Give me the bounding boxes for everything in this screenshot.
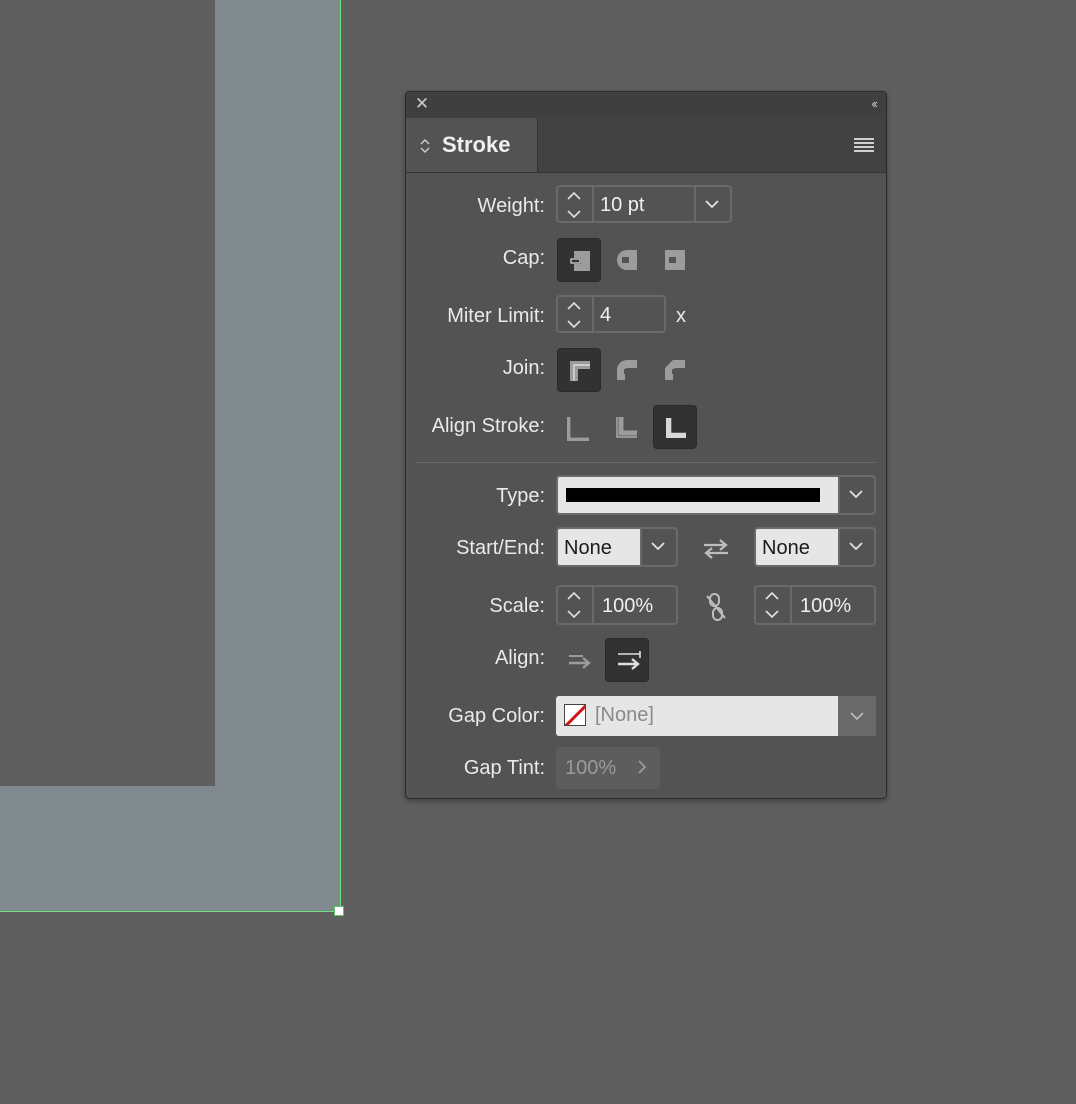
close-icon[interactable]: ✕ <box>414 95 430 112</box>
type-label: Type: <box>496 485 545 507</box>
weight-label: Weight: <box>477 195 545 217</box>
selection-handle[interactable] <box>334 906 344 916</box>
align-stroke-outside-button[interactable] <box>653 405 697 449</box>
tab-stroke-label: Stroke <box>442 132 511 157</box>
chevron-down-icon <box>849 542 863 551</box>
tab-stroke[interactable]: Stroke <box>406 118 538 172</box>
end-value: None <box>762 537 810 559</box>
start-end-label: Start/End: <box>456 537 545 559</box>
cap-round-button[interactable] <box>605 238 649 282</box>
weight-dropdown-button[interactable] <box>694 187 730 221</box>
miter-limit-value[interactable]: 4 <box>600 304 611 327</box>
stroke-panel: ✕ ‹‹ Stroke Weight: 10 pt Cap: Miter Lim… <box>405 91 887 799</box>
gap-tint-field[interactable]: 100% <box>556 747 660 789</box>
gap-tint-label: Gap Tint: <box>463 757 545 779</box>
up-down-arrows-icon <box>420 139 430 153</box>
align-stroke-inside-icon <box>616 417 637 438</box>
section-divider <box>416 462 876 463</box>
join-bevel-button[interactable] <box>653 348 697 392</box>
round-cap-icon <box>617 250 637 270</box>
gap-tint-value: 100% <box>565 757 617 779</box>
miter-unit-label: x <box>676 305 686 327</box>
none-swatch-icon <box>564 704 586 726</box>
gap-color-value: [None] <box>595 704 654 726</box>
join-round-button[interactable] <box>605 348 649 392</box>
align-stroke-center-icon <box>567 417 589 441</box>
stepper-arrows-icon <box>567 591 581 619</box>
align-fit-to-path-button[interactable] <box>605 638 649 682</box>
stroke-type-dropdown-button[interactable] <box>838 477 874 513</box>
bevel-join-icon <box>665 360 685 380</box>
cap-label: Cap: <box>502 247 545 269</box>
stepper-arrows-icon <box>567 191 581 219</box>
chevron-down-icon <box>850 712 864 721</box>
cap-projecting-button[interactable] <box>653 238 697 282</box>
scale-end-stepper[interactable] <box>756 587 792 623</box>
miter-limit-label: Miter Limit: <box>447 305 545 327</box>
chevron-right-icon[interactable] <box>638 760 646 774</box>
join-miter-button[interactable] <box>557 348 601 392</box>
align-label: Align: <box>494 647 545 669</box>
gap-color-label: Gap Color: <box>448 705 545 727</box>
align-extend-tip-button[interactable] <box>557 638 601 682</box>
chevron-down-icon <box>651 542 665 551</box>
stroke-type-swatch <box>566 488 820 502</box>
start-select[interactable]: None <box>556 527 678 567</box>
extend-arrow-tip-icon <box>569 655 591 669</box>
selection-edge-bottom <box>0 911 341 912</box>
stepper-arrows-icon <box>765 591 779 619</box>
end-select[interactable]: None <box>754 527 876 567</box>
fit-arrow-to-path-icon <box>618 651 641 670</box>
align-stroke-label: Align Stroke: <box>431 415 545 437</box>
scale-end-field[interactable]: 100% <box>754 585 876 625</box>
chevron-down-icon <box>705 200 719 209</box>
unlinked-chain-icon[interactable] <box>704 592 728 622</box>
stroke-type-select[interactable] <box>556 475 876 515</box>
projecting-cap-icon <box>665 250 685 270</box>
scale-start-value[interactable]: 100% <box>602 595 653 618</box>
scale-label: Scale: <box>489 595 545 617</box>
weight-value[interactable]: 10 pt <box>600 194 644 217</box>
miter-join-icon <box>570 361 590 381</box>
panel-titlebar[interactable]: ✕ ‹‹ <box>406 92 886 119</box>
butt-cap-icon <box>570 251 590 271</box>
gap-color-dropdown-button[interactable] <box>838 696 876 736</box>
align-stroke-center-button[interactable] <box>557 405 601 449</box>
scale-start-stepper[interactable] <box>558 587 594 623</box>
start-value: None <box>564 537 612 559</box>
chevron-down-icon <box>849 490 863 499</box>
double-chevron-left-icon[interactable]: ‹‹ <box>871 96 878 111</box>
start-dropdown-button[interactable] <box>640 529 676 565</box>
selection-edge-right <box>340 0 341 912</box>
gap-color-select[interactable]: [None] <box>556 696 876 736</box>
align-stroke-inside-button[interactable] <box>605 405 649 449</box>
scale-end-value[interactable]: 100% <box>800 595 851 618</box>
cap-butt-button[interactable] <box>557 238 601 282</box>
join-label: Join: <box>502 357 545 379</box>
weight-stepper[interactable] <box>558 187 594 221</box>
align-stroke-outside-icon <box>666 418 686 438</box>
swap-arrows-icon[interactable] <box>702 538 730 560</box>
miter-limit-field[interactable]: 4 <box>556 295 666 333</box>
stepper-arrows-icon <box>567 301 581 329</box>
panel-tabbar: Stroke <box>406 118 886 173</box>
scale-start-field[interactable]: 100% <box>556 585 678 625</box>
panel-menu-icon[interactable] <box>854 138 874 152</box>
miter-limit-stepper[interactable] <box>558 297 594 331</box>
round-join-icon <box>617 360 637 380</box>
canvas-frame-interior <box>0 0 215 786</box>
end-dropdown-button[interactable] <box>838 529 874 565</box>
weight-field[interactable]: 10 pt <box>556 185 732 223</box>
